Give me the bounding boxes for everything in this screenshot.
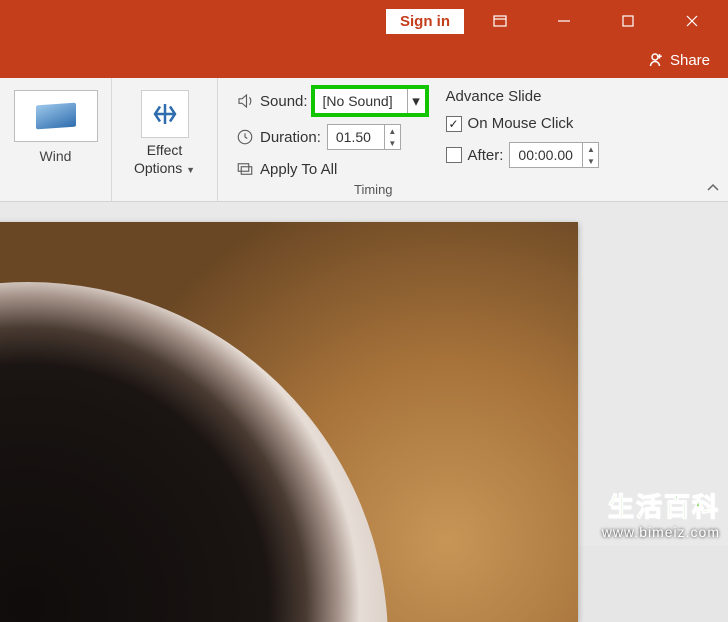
sound-row: Sound: [No Sound] ▾ (236, 88, 426, 114)
on-mouse-click-label: On Mouse Click (468, 115, 574, 132)
spinner-up-icon[interactable]: ▲ (385, 125, 400, 137)
effect-options-button[interactable]: EffectOptions ▼ (120, 84, 210, 183)
ribbon-transitions: Wind EffectOptions ▼ Sound: [No Sound] (0, 78, 728, 202)
after-spinner[interactable]: 00:00.00 ▲▼ (509, 142, 599, 168)
after-row: After: 00:00.00 ▲▼ (446, 142, 600, 168)
current-slide[interactable] (0, 222, 578, 622)
effect-options-group: EffectOptions ▼ (112, 78, 218, 201)
share-button[interactable]: Share (646, 51, 710, 69)
after-checkbox[interactable] (446, 147, 462, 163)
share-bar: Share (0, 42, 728, 78)
close-button[interactable] (664, 0, 720, 42)
sign-in-button[interactable]: Sign in (386, 9, 464, 34)
share-icon (646, 51, 664, 69)
clock-icon (236, 128, 254, 146)
timing-group-label: Timing (354, 182, 393, 197)
minimize-icon (556, 13, 572, 29)
sound-label: Sound: (260, 93, 308, 110)
on-mouse-click-checkbox[interactable]: ✓ (446, 116, 462, 132)
ribbon-display-options-button[interactable] (472, 0, 528, 42)
spinner-up-icon[interactable]: ▲ (583, 143, 598, 155)
transition-wind-label: Wind (40, 148, 72, 164)
apply-to-all-button[interactable]: Apply To All (236, 160, 426, 178)
duration-label: Duration: (260, 129, 321, 146)
sound-value: [No Sound] (315, 93, 407, 109)
sound-dropdown[interactable]: [No Sound] ▾ (314, 88, 426, 114)
collapse-ribbon-button[interactable] (706, 180, 720, 197)
chevron-up-icon (706, 180, 720, 194)
maximize-icon (620, 13, 636, 29)
share-label: Share (670, 52, 710, 69)
watermark: 生活百科 www.bimeiz.com (602, 487, 720, 540)
spinner-down-icon[interactable]: ▼ (385, 137, 400, 149)
duration-value: 01.50 (328, 129, 384, 145)
minimize-button[interactable] (536, 0, 592, 42)
maximize-button[interactable] (600, 0, 656, 42)
advance-slide-title: Advance Slide (446, 88, 600, 105)
ribbon-options-icon (492, 13, 508, 29)
watermark-title: 生活百科 (602, 487, 720, 524)
close-icon (684, 13, 700, 29)
duration-spinner[interactable]: 01.50 ▲▼ (327, 124, 401, 150)
speaker-icon (236, 92, 254, 110)
spinner-down-icon[interactable]: ▼ (583, 155, 598, 167)
after-value: 00:00.00 (510, 147, 582, 163)
apply-to-all-label: Apply To All (260, 161, 337, 178)
transition-wind[interactable]: Wind (14, 84, 98, 164)
title-bar: Sign in (0, 0, 728, 42)
transitions-gallery-group: Wind (0, 78, 112, 201)
transition-wind-thumb (14, 90, 98, 142)
on-mouse-click-row[interactable]: ✓ On Mouse Click (446, 115, 600, 132)
after-label: After: (468, 147, 504, 164)
chevron-down-icon: ▾ (407, 89, 425, 113)
effect-options-label: EffectOptions ▼ (134, 142, 195, 177)
timing-group: Sound: [No Sound] ▾ Duration: 01.50 ▲▼ (218, 78, 728, 201)
watermark-url: www.bimeiz.com (602, 524, 720, 540)
apply-all-icon (236, 160, 254, 178)
effect-options-icon (141, 90, 189, 138)
duration-row: Duration: 01.50 ▲▼ (236, 124, 426, 150)
